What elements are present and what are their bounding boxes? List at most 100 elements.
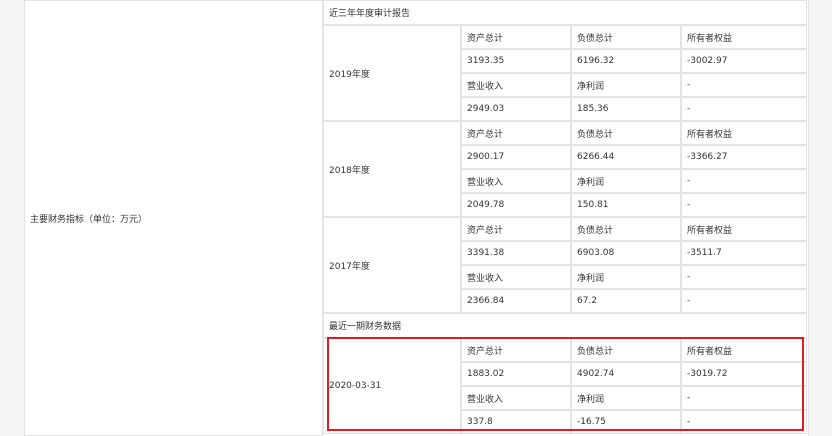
header-net-profit: 净利润 <box>571 73 681 97</box>
value-owners-equity: -3511.7 <box>681 241 807 265</box>
header-label: 资产总计 <box>467 346 504 357</box>
header-owners-equity: 所有者权益 <box>681 121 807 145</box>
value-revenue: 2049.78 <box>461 193 571 217</box>
value-total-liabilities: 6903.08 <box>571 241 681 265</box>
header-revenue: 营业收入 <box>461 386 571 410</box>
value: 2366.84 <box>467 296 505 306</box>
left-label-cell: 主要财务指标（单位：万元） <box>24 0 323 436</box>
header-owners-equity: 所有者权益 <box>681 25 807 49</box>
header-label: 负债总计 <box>577 225 614 236</box>
blank-cell: - <box>681 289 807 313</box>
value-owners-equity: -3002.97 <box>681 49 807 73</box>
value-revenue: 337.8 <box>461 410 571 434</box>
header-revenue: 营业收入 <box>461 73 571 97</box>
header-label: 营业收入 <box>467 81 504 92</box>
blank-cell: - <box>681 97 807 121</box>
header-label: 净利润 <box>577 81 605 92</box>
header-total-liabilities: 负债总计 <box>571 25 681 49</box>
value: -3366.27 <box>687 152 728 162</box>
header-total-assets: 资产总计 <box>461 338 571 362</box>
header-label: 所有者权益 <box>687 33 733 44</box>
blank-cell: - <box>681 193 807 217</box>
value: - <box>687 104 691 114</box>
header-label: 所有者权益 <box>687 129 733 140</box>
value: 337.8 <box>467 417 493 427</box>
value: - <box>687 296 691 306</box>
year-cell-2019: 2019年度 <box>323 25 461 121</box>
header-total-assets: 资产总计 <box>461 25 571 49</box>
header-revenue: 营业收入 <box>461 169 571 193</box>
blank-cell: - <box>681 169 807 193</box>
date-label: 2020-03-31 <box>329 381 382 391</box>
blank-cell: - <box>681 410 807 434</box>
value-total-liabilities: 6266.44 <box>571 145 681 169</box>
value-total-assets: 3193.35 <box>461 49 571 73</box>
header-net-profit: 净利润 <box>571 169 681 193</box>
blank-cell: - <box>681 265 807 289</box>
value: 6266.44 <box>577 152 615 162</box>
header-owners-equity: 所有者权益 <box>681 217 807 241</box>
section-latest-label: 最近一期财务数据 <box>329 322 402 332</box>
value: 4902.74 <box>577 369 615 379</box>
header-label: 负债总计 <box>577 33 614 44</box>
value-net-profit: 67.2 <box>571 289 681 313</box>
value: - <box>687 80 691 90</box>
value: 6196.32 <box>577 56 615 66</box>
left-label: 主要财务指标（单位：万元） <box>30 214 148 225</box>
year-cell-2017: 2017年度 <box>323 217 461 313</box>
value: -3002.97 <box>687 56 728 66</box>
header-net-profit: 净利润 <box>571 386 681 410</box>
header-label: 资产总计 <box>467 225 504 236</box>
header-label: 营业收入 <box>467 394 504 405</box>
date-cell-latest: 2020-03-31 <box>323 338 461 434</box>
value: 1883.02 <box>467 369 505 379</box>
header-label: 营业收入 <box>467 273 504 284</box>
value: 2900.17 <box>467 152 505 162</box>
value: 2049.78 <box>467 200 505 210</box>
header-label: 净利润 <box>577 273 605 284</box>
year-label: 2019年度 <box>329 69 370 80</box>
value: - <box>687 200 691 210</box>
value-revenue: 2366.84 <box>461 289 571 313</box>
value-total-assets: 1883.02 <box>461 362 571 386</box>
value-net-profit: -16.75 <box>571 410 681 434</box>
value: 2949.03 <box>467 104 505 114</box>
value-total-liabilities: 4902.74 <box>571 362 681 386</box>
header-total-assets: 资产总计 <box>461 121 571 145</box>
value-owners-equity: -3366.27 <box>681 145 807 169</box>
header-owners-equity: 所有者权益 <box>681 338 807 362</box>
header-total-liabilities: 负债总计 <box>571 338 681 362</box>
year-label: 2018年度 <box>329 165 370 176</box>
value-revenue: 2949.03 <box>461 97 571 121</box>
header-label: 资产总计 <box>467 129 504 140</box>
header-label: 所有者权益 <box>687 346 733 357</box>
header-total-liabilities: 负债总计 <box>571 121 681 145</box>
header-label: 所有者权益 <box>687 225 733 236</box>
value-total-assets: 2900.17 <box>461 145 571 169</box>
value: 6903.08 <box>577 248 615 258</box>
year-label: 2017年度 <box>329 261 370 272</box>
header-revenue: 营业收入 <box>461 265 571 289</box>
blank-cell: - <box>681 73 807 97</box>
value-total-liabilities: 6196.32 <box>571 49 681 73</box>
section-latest-header: 最近一期财务数据 <box>323 313 807 338</box>
value: - <box>687 417 691 427</box>
value: -3511.7 <box>687 248 722 258</box>
header-total-liabilities: 负债总计 <box>571 217 681 241</box>
value-net-profit: 185.36 <box>571 97 681 121</box>
value-owners-equity: -3019.72 <box>681 362 807 386</box>
value: - <box>687 272 691 282</box>
header-label: 负债总计 <box>577 346 614 357</box>
header-label: 负债总计 <box>577 129 614 140</box>
value: 3391.38 <box>467 248 505 258</box>
value-net-profit: 150.81 <box>571 193 681 217</box>
header-label: 净利润 <box>577 177 605 188</box>
value: 3193.35 <box>467 56 505 66</box>
value-total-assets: 3391.38 <box>461 241 571 265</box>
year-cell-2018: 2018年度 <box>323 121 461 217</box>
header-net-profit: 净利润 <box>571 265 681 289</box>
value: 67.2 <box>577 296 598 306</box>
value: -3019.72 <box>687 369 728 379</box>
header-label: 净利润 <box>577 394 605 405</box>
value: - <box>687 393 691 403</box>
